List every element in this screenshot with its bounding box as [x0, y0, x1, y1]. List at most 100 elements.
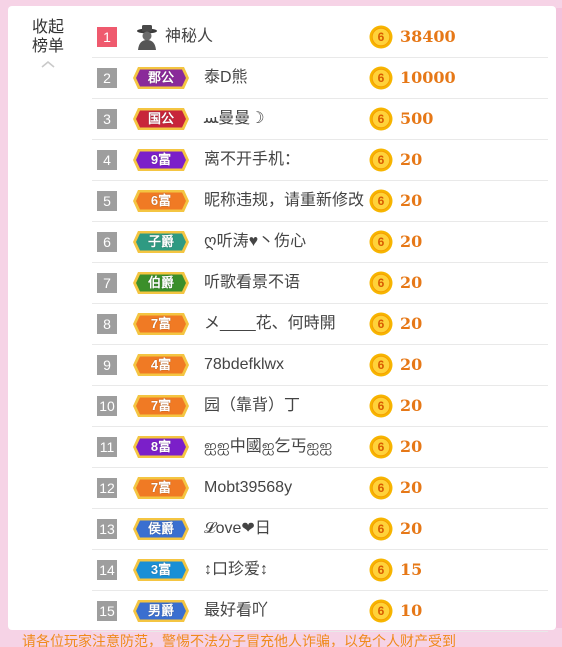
coin-icon: 6 [369, 148, 393, 172]
contribution-amount: 20 [400, 314, 423, 333]
contribution-amount: 38400 [400, 27, 456, 46]
rank-number: 10 [97, 396, 117, 416]
level-badge-label: 7富 [150, 398, 172, 413]
user-name[interactable]: ↕口珍爱↕ [204, 560, 268, 580]
level-badge: 7富 [132, 394, 190, 418]
scrollbar[interactable] [556, 8, 562, 628]
chevron-up-icon [41, 60, 55, 68]
coin-icon: 6 [369, 271, 393, 295]
rank-number: 9 [97, 355, 117, 375]
coin-glyph: 6 [377, 563, 385, 577]
contribution-amount: 15 [400, 560, 423, 579]
user-name[interactable]: 园（靠背）丁 [204, 396, 300, 416]
level-badge: 伯爵 [132, 271, 190, 295]
list-item[interactable]: 6 子爵 ღ听涛♥丶伤心 6 20 [92, 222, 548, 263]
coin-icon: 6 [369, 25, 393, 49]
user-name[interactable]: 听歌看景不语 [204, 273, 300, 293]
list-item[interactable]: 11 8富 ஐஐ中國ஐ乞丐ஐஐ 6 20 [92, 427, 548, 468]
user-name[interactable]: 78bdefklwx [204, 355, 284, 375]
user-name[interactable]: 𝓛ove❤日 [204, 519, 271, 539]
level-badge-label: 侯爵 [147, 521, 174, 536]
list-item[interactable]: 3 国公 ﺴ曼曼☽ 6 500 [92, 99, 548, 140]
notice-text: 请各位玩家注意防范，警惕不法分子冒充他人诈骗，以免个人财产受到 [22, 633, 456, 647]
contribution-amount: 20 [400, 396, 423, 415]
level-badge-label: 8富 [150, 439, 172, 454]
rank-number: 13 [97, 519, 117, 539]
user-name[interactable]: 离不开手机： [204, 150, 300, 170]
contribution-amount: 20 [400, 150, 423, 169]
contribution-amount: 20 [400, 519, 423, 538]
user-name[interactable]: Mobt39568y [204, 478, 292, 498]
coin-icon: 6 [369, 476, 393, 500]
coin-glyph: 6 [377, 235, 385, 249]
collapse-label-line1: 收起 [31, 19, 64, 36]
level-badge-label: 国公 [147, 111, 174, 126]
ranking-list: 1 神秘人 6 38400 2 郡公 泰D熊 6 10000 3 国公 ﺴ曼曼☽ 6 500 4 9富 离不开手… [92, 17, 548, 632]
coin-glyph: 6 [377, 194, 385, 208]
list-item[interactable]: 14 3富 ↕口珍爱↕ 6 15 [92, 550, 548, 591]
user-name[interactable]: ღ听涛♥丶伤心 [204, 232, 306, 252]
contribution-amount: 20 [400, 355, 423, 374]
level-badge: 子爵 [132, 230, 190, 254]
coin-icon: 6 [369, 353, 393, 377]
list-item[interactable]: 12 7富 Mobt39568y 6 20 [92, 468, 548, 509]
user-name[interactable]: メ____花、何時開 [204, 314, 336, 334]
contribution-amount: 500 [400, 109, 434, 128]
user-name[interactable]: 最好看吖 [204, 601, 268, 621]
coin-glyph: 6 [377, 317, 385, 331]
user-name[interactable]: 昵称违规，请重新修改 [204, 191, 364, 211]
user-name[interactable]: 泰D熊 [204, 68, 248, 88]
coin-glyph: 6 [377, 604, 385, 618]
coin-glyph: 6 [377, 30, 385, 44]
mystery-avatar-icon [137, 25, 157, 50]
contribution-amount: 10 [400, 601, 423, 620]
list-item[interactable]: 9 4富 78bdefklwx 6 20 [92, 345, 548, 386]
level-badge-label: 6富 [150, 193, 172, 208]
coin-icon: 6 [369, 394, 393, 418]
coin-glyph: 6 [377, 440, 385, 454]
contribution-amount: 20 [400, 273, 423, 292]
list-item[interactable]: 8 7富 メ____花、何時開 6 20 [92, 304, 548, 345]
level-badge-label: 郡公 [147, 70, 174, 85]
rank-number: 14 [97, 560, 117, 580]
contribution-amount: 20 [400, 478, 423, 497]
rank-number: 12 [97, 478, 117, 498]
coin-glyph: 6 [377, 358, 385, 372]
coin-glyph: 6 [377, 399, 385, 413]
coin-icon: 6 [369, 189, 393, 213]
level-badge: 8富 [132, 435, 190, 459]
list-item[interactable]: 5 6富 昵称违规，请重新修改 6 20 [92, 181, 548, 222]
user-name[interactable]: 神秘人 [165, 27, 213, 47]
list-item[interactable]: 2 郡公 泰D熊 6 10000 [92, 58, 548, 99]
user-name[interactable]: ﺴ曼曼☽ [204, 109, 265, 129]
level-badge: 国公 [132, 107, 190, 131]
coin-icon: 6 [369, 517, 393, 541]
coin-glyph: 6 [377, 153, 385, 167]
level-badge-label: 男爵 [147, 603, 174, 618]
leaderboard-panel: 收起 榜单 1 神秘人 6 38400 2 郡公 泰D熊 6 10000 3 国公 ﺴ曼曼☽ 6 500 4… [8, 6, 556, 632]
rank-number: 7 [97, 273, 117, 293]
list-item[interactable]: 10 7富 园（靠背）丁 6 20 [92, 386, 548, 427]
coin-icon: 6 [369, 435, 393, 459]
rank-number: 15 [97, 601, 117, 621]
contribution-amount: 20 [400, 232, 423, 251]
user-name[interactable]: ஐஐ中國ஐ乞丐ஐஐ [204, 437, 332, 457]
level-badge: 3富 [132, 558, 190, 582]
list-item[interactable]: 13 侯爵 𝓛ove❤日 6 20 [92, 509, 548, 550]
contribution-amount: 20 [400, 191, 423, 210]
level-badge-label: 子爵 [147, 234, 174, 249]
list-item[interactable]: 1 神秘人 6 38400 [92, 17, 548, 58]
rank-number: 3 [97, 109, 117, 129]
level-badge: 9富 [132, 148, 190, 172]
list-item[interactable]: 15 男爵 最好看吖 6 10 [92, 591, 548, 632]
list-item[interactable]: 7 伯爵 听歌看景不语 6 20 [92, 263, 548, 304]
coin-icon: 6 [369, 558, 393, 582]
rank-number: 8 [97, 314, 117, 334]
level-badge: 4富 [132, 353, 190, 377]
collapse-leaderboard-button[interactable]: 收起 榜单 [30, 18, 66, 70]
level-badge: 侯爵 [132, 517, 190, 541]
level-badge: 7富 [132, 476, 190, 500]
coin-glyph: 6 [377, 522, 385, 536]
list-item[interactable]: 4 9富 离不开手机： 6 20 [92, 140, 548, 181]
rank-number: 4 [97, 150, 117, 170]
